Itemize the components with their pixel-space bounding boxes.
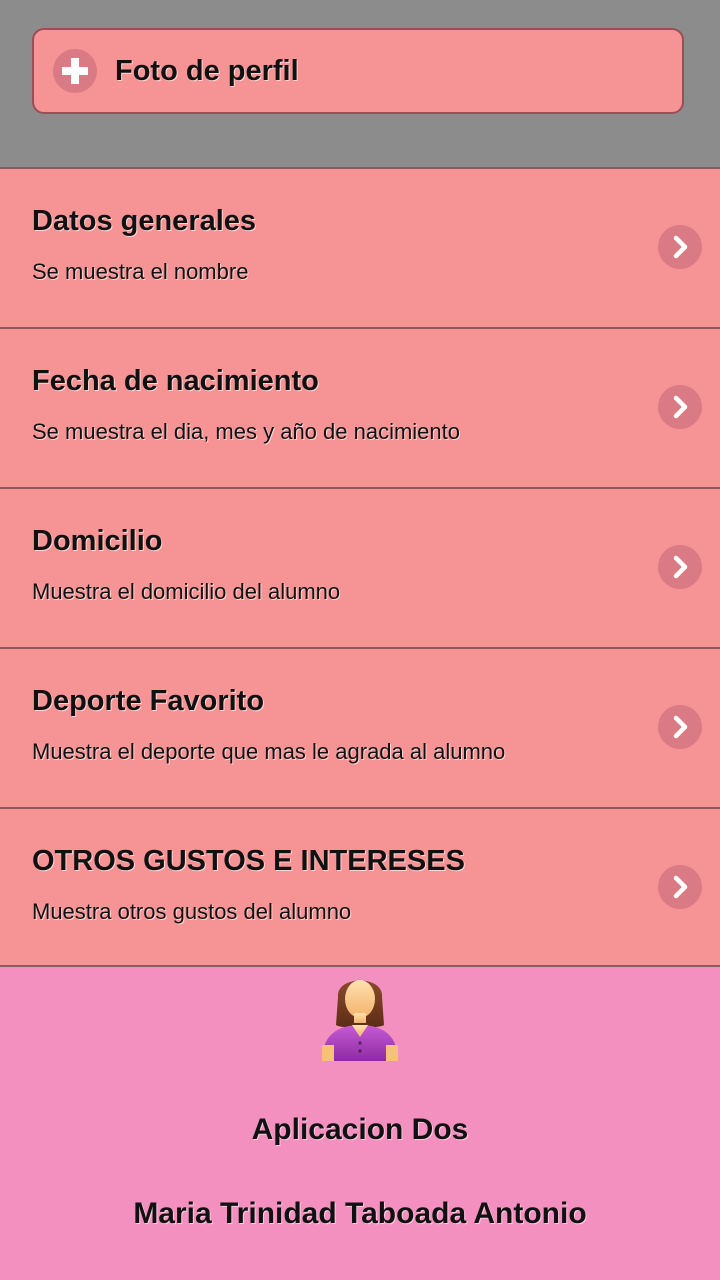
menu-item-otros-gustos[interactable]: OTROS GUSTOS E INTERESES Muestra otros g…	[0, 807, 720, 967]
menu-item-title: Deporte Favorito	[32, 685, 265, 717]
author-name: Maria Trinidad Taboada Antonio	[133, 1197, 587, 1230]
profile-photo-button[interactable]: Foto de perfil	[32, 28, 684, 114]
footer-panel: Aplicacion Dos Maria Trinidad Taboada An…	[0, 967, 720, 1280]
menu-item-fecha-nacimiento[interactable]: Fecha de nacimiento Se muestra el dia, m…	[0, 327, 720, 487]
menu-item-description: Se muestra el nombre	[32, 259, 249, 284]
menu-item-description: Muestra otros gustos del alumno	[32, 899, 352, 924]
screen: Foto de perfil Datos generales Se muestr…	[0, 0, 720, 1280]
menu-item-title: Datos generales	[32, 205, 257, 237]
female-user-avatar-icon	[322, 980, 398, 1061]
menu-item-deporte-favorito[interactable]: Deporte Favorito Muestra el deporte que …	[0, 647, 720, 807]
chevron-right-icon	[658, 865, 702, 909]
header-area: Foto de perfil	[0, 0, 720, 167]
app-name: Aplicacion Dos	[251, 1113, 469, 1146]
menu-item-description: Se muestra el dia, mes y año de nacimien…	[32, 419, 461, 444]
profile-photo-label: Foto de perfil	[115, 54, 299, 87]
chevron-right-icon	[658, 705, 702, 749]
menu-item-title: Fecha de nacimiento	[32, 365, 319, 397]
chevron-right-icon	[658, 385, 702, 429]
menu-item-title: OTROS GUSTOS E INTERESES	[32, 845, 465, 877]
chevron-right-icon	[658, 225, 702, 269]
menu-item-domicilio[interactable]: Domicilio Muestra el domicilio del alumn…	[0, 487, 720, 647]
menu-item-datos-generales[interactable]: Datos generales Se muestra el nombre	[0, 167, 720, 327]
menu-item-description: Muestra el domicilio del alumno	[32, 579, 341, 604]
menu-item-title: Domicilio	[32, 525, 163, 557]
plus-icon	[53, 49, 97, 93]
menu-item-description: Muestra el deporte que mas le agrada al …	[32, 739, 506, 764]
chevron-right-icon	[658, 545, 702, 589]
menu-list: Datos generales Se muestra el nombre Fec…	[0, 167, 720, 967]
